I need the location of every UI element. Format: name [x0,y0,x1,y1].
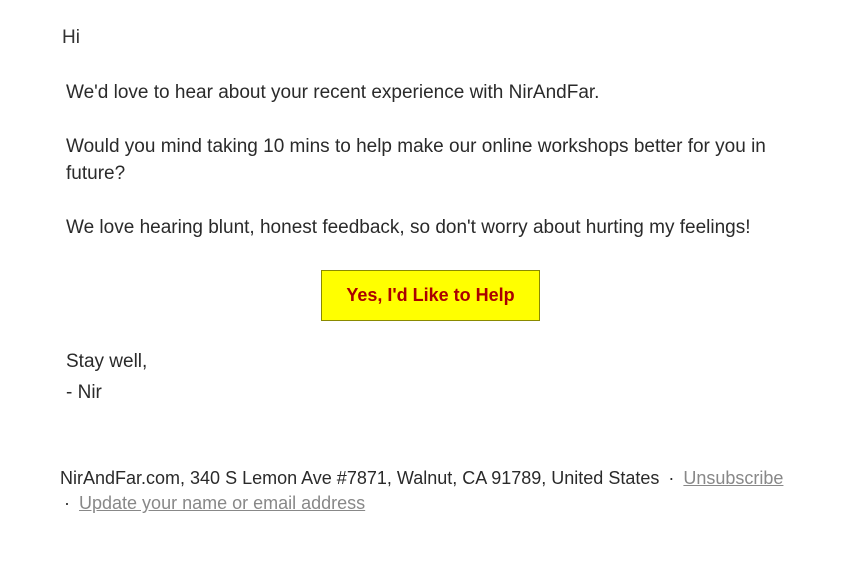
body-paragraph-1: We'd love to hear about your recent expe… [60,80,801,107]
body-paragraph-3: We love hearing blunt, honest feedback, … [60,215,801,242]
footer-separator: · [64,493,70,513]
footer-separator: · [668,468,674,488]
signature-text: - Nir [60,380,801,407]
signoff-text: Stay well, [60,349,801,376]
footer-address: NirAndFar.com, 340 S Lemon Ave #7871, Wa… [60,468,659,488]
help-cta-button[interactable]: Yes, I'd Like to Help [321,270,539,321]
cta-button-container: Yes, I'd Like to Help [60,270,801,321]
unsubscribe-link[interactable]: Unsubscribe [683,468,783,488]
update-info-link[interactable]: Update your name or email address [79,493,365,513]
greeting-text: Hi [60,25,801,52]
body-paragraph-2: Would you mind taking 10 mins to help ma… [60,134,801,187]
email-footer: NirAndFar.com, 340 S Lemon Ave #7871, Wa… [60,466,801,516]
